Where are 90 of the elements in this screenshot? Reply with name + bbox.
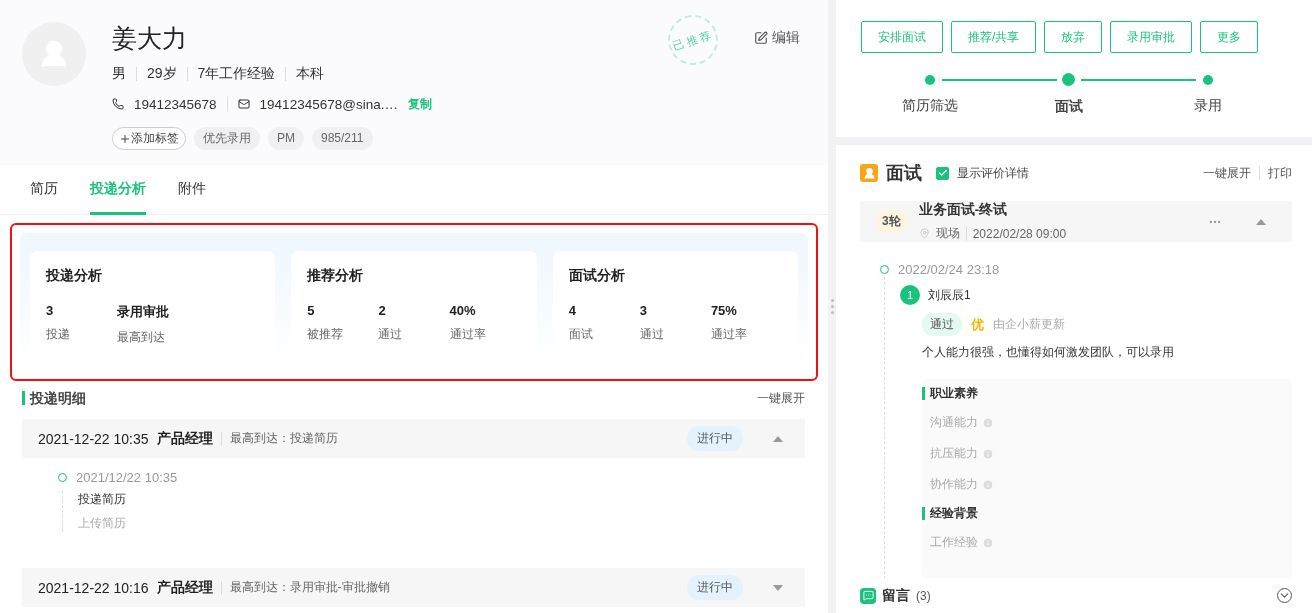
round-header[interactable]: 3轮 业务面试-终试 现场 2022/02/28 09:00	[860, 201, 1292, 242]
message-icon	[860, 587, 876, 604]
caret-icon[interactable]	[773, 435, 783, 442]
caret-icon[interactable]	[773, 584, 783, 591]
section-title: 投递明细	[22, 391, 86, 405]
stat-label: 最高到达	[117, 329, 167, 346]
comments-title: 留言	[882, 586, 910, 605]
stat-label: 面试	[568, 326, 594, 343]
stat-label: 通过	[639, 326, 665, 343]
evaluation-item: 工作经验	[930, 534, 978, 551]
expand-all-link[interactable]: 一键展开	[757, 389, 805, 407]
evaluation-section-title: 职业素养	[922, 387, 1292, 400]
phone-icon	[112, 98, 124, 110]
record-stage: 最高到达：投递简历	[229, 430, 338, 447]
evaluation-item: 沟通能力	[930, 414, 978, 431]
stat-label: 通过率	[710, 326, 748, 343]
index-badge: 1	[900, 285, 920, 305]
tag: 优先录用	[194, 127, 260, 150]
card-title: 推荐分析	[307, 267, 365, 285]
tag: PM	[268, 127, 304, 150]
feedback-time: 2022/02/24 23:18	[898, 262, 1000, 277]
stage-label: 录用	[1193, 97, 1222, 115]
evaluation-item: 抗压能力	[930, 445, 978, 462]
stat-value: 5	[307, 303, 316, 318]
checkbox[interactable]	[936, 166, 949, 180]
candidate-fact: 男	[112, 65, 126, 83]
info-icon[interactable]	[982, 478, 994, 491]
status-badge: 进行中	[687, 575, 743, 600]
card-title: 面试分析	[568, 267, 626, 285]
stat-value: 75%	[710, 303, 738, 318]
record-time: 2021-12-22 10:16	[38, 579, 149, 596]
print-link[interactable]: 打印	[1268, 164, 1292, 182]
interview-title: 面试	[886, 162, 922, 185]
info-icon[interactable]	[982, 447, 994, 460]
stat-label: 投递	[46, 326, 71, 343]
evaluation-section-title: 经验背景	[922, 507, 1292, 520]
email-address: 19412345678@sina.…	[259, 96, 398, 112]
add-tag-button[interactable]: 添加标签	[112, 127, 186, 150]
stage-label: 简历筛选	[902, 97, 959, 115]
candidate-fact: 本科	[296, 65, 325, 83]
round-time: 2022/02/28 09:00	[972, 226, 1067, 241]
edit-icon	[754, 31, 768, 45]
round-place: 现场	[935, 225, 960, 242]
record-time: 2021-12-22 10:35	[38, 430, 149, 447]
expand-all-link[interactable]: 一键展开	[1203, 164, 1251, 182]
comments-bar[interactable]: 留言 (3)	[836, 578, 1312, 613]
tab[interactable]: 附件	[178, 165, 206, 215]
plus-icon	[119, 132, 131, 145]
candidate-name: 姜大力	[112, 23, 187, 54]
feedback-comment: 个人能力很强，也懂得如何激发团队，可以录用	[922, 344, 1175, 361]
record-stage: 最高到达：录用审批-审批撤销	[229, 579, 390, 596]
event-time: 2021/12/22 10:35	[76, 470, 178, 485]
round-badge: 3轮	[876, 210, 907, 233]
comments-count: (3)	[916, 588, 931, 603]
stat-value: 录用审批	[117, 303, 171, 321]
record-position: 产品经理	[156, 429, 213, 448]
location-icon	[918, 228, 930, 239]
round-name: 业务面试-终试	[918, 201, 1009, 219]
status-badge: 进行中	[687, 426, 743, 451]
phone-number: 19412345678	[134, 96, 217, 112]
tab[interactable]: 简历	[30, 165, 58, 215]
record-header[interactable]: 2021-12-22 10:16 产品经理 最高到达：录用审批-审批撤销 进行中	[22, 568, 805, 607]
stat-label: 通过	[378, 326, 404, 343]
mail-icon	[237, 98, 250, 110]
stat-value: 3	[46, 303, 55, 318]
record-header[interactable]: 2021-12-22 10:35 产品经理 最高到达：投递简历 进行中	[22, 419, 805, 458]
event-title: 投递简历	[78, 491, 127, 508]
info-icon[interactable]	[982, 536, 994, 549]
caret-icon[interactable]	[1256, 218, 1266, 225]
result-badge: 通过	[922, 313, 962, 336]
candidate-fact: 29岁	[147, 65, 177, 83]
record-position: 产品经理	[156, 578, 213, 597]
checkbox-label: 显示评价详情	[957, 164, 1029, 182]
edit-button[interactable]: 编辑	[748, 28, 806, 48]
stage-label: 面试	[1055, 98, 1083, 116]
updated-by: 由企小薪更新	[993, 316, 1065, 333]
tag: 985/211	[312, 127, 373, 150]
evaluation-item: 协作能力	[930, 476, 978, 493]
grade: 优	[971, 315, 984, 334]
interviewer-name: 刘辰辰1	[928, 286, 971, 304]
card-title: 投递分析	[46, 267, 103, 285]
stat-value: 3	[639, 303, 648, 318]
event-note: 上传简历	[78, 515, 127, 532]
stat-value: 4	[568, 303, 577, 318]
info-icon[interactable]	[982, 416, 994, 429]
stat-label: 通过率	[449, 326, 487, 343]
stat-label: 被推荐	[307, 326, 345, 343]
stat-value: 40%	[449, 303, 477, 318]
stat-value: 2	[378, 303, 387, 318]
candidate-fact: 7年工作经验	[197, 65, 276, 83]
